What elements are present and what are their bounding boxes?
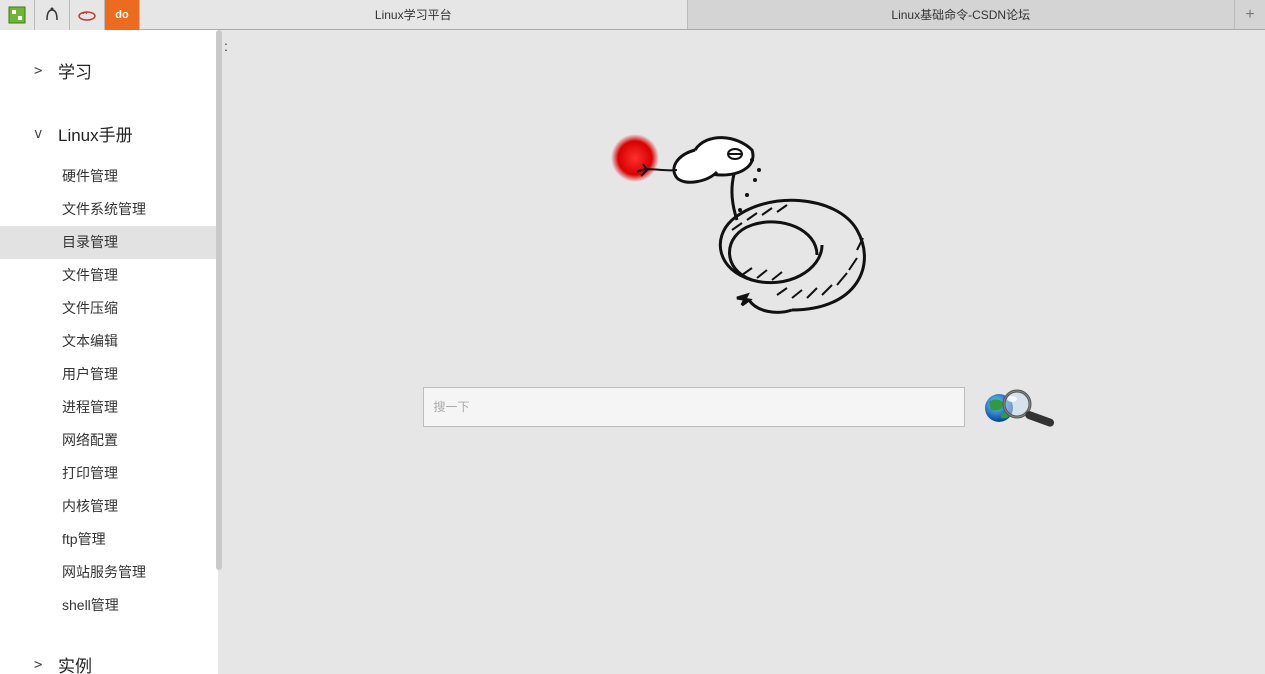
sidebar-item-3[interactable]: 文件管理 — [0, 259, 218, 292]
sidebar-item-13[interactable]: shell管理 — [0, 589, 218, 622]
search-input[interactable] — [423, 387, 965, 427]
new-tab-button[interactable]: + — [1235, 0, 1265, 29]
tab-inactive-label: Linux基础命令-CSDN论坛 — [891, 6, 1030, 23]
tab-active[interactable]: Linux学习平台 — [140, 0, 688, 29]
sidebar-item-2[interactable]: 目录管理 — [0, 226, 218, 259]
main-content: : — [218, 30, 1265, 674]
toolbar-icon-3[interactable] — [70, 0, 105, 30]
sidebar-item-12[interactable]: 网站服务管理 — [0, 556, 218, 589]
sidebar-item-11[interactable]: ftp管理 — [0, 523, 218, 556]
toolbar-icon-4[interactable]: do — [105, 0, 140, 30]
tab-active-label: Linux学习平台 — [375, 6, 452, 23]
sidebar-item-10[interactable]: 内核管理 — [0, 490, 218, 523]
chevron-right-icon: > — [34, 657, 50, 673]
sidebar-item-0[interactable]: 硬件管理 — [0, 160, 218, 193]
browser-tabbar: do Linux学习平台 Linux基础命令-CSDN论坛 + — [0, 0, 1265, 30]
sidebar-item-5[interactable]: 文本编辑 — [0, 325, 218, 358]
sidebar-section-2[interactable]: >实例 — [0, 644, 218, 674]
sidebar-item-4[interactable]: 文件压缩 — [0, 292, 218, 325]
sidebar-item-7[interactable]: 进程管理 — [0, 391, 218, 424]
sidebar-scrollbar[interactable] — [216, 30, 222, 610]
search-button[interactable] — [979, 384, 1061, 430]
tab-inactive[interactable]: Linux基础命令-CSDN论坛 — [688, 0, 1236, 29]
sidebar-item-9[interactable]: 打印管理 — [0, 457, 218, 490]
toolbar-icon-1[interactable] — [0, 0, 35, 30]
sidebar-section-0[interactable]: >学习 — [0, 50, 218, 91]
sidebar: >学习 vLinux手册硬件管理文件系统管理目录管理文件管理文件压缩文本编辑用户管… — [0, 30, 218, 674]
sidebar-scrollbar-thumb[interactable] — [216, 30, 222, 570]
sidebar-section-1[interactable]: vLinux手册 — [0, 113, 218, 154]
colon-mark: : — [224, 38, 228, 54]
sidebar-item-1[interactable]: 文件系统管理 — [0, 193, 218, 226]
chevron-right-icon: > — [34, 63, 50, 79]
sidebar-item-6[interactable]: 用户管理 — [0, 358, 218, 391]
chevron-down-icon: v — [34, 126, 50, 142]
toolbar-icon-2[interactable] — [35, 0, 70, 30]
snake-logo — [577, 120, 907, 330]
sidebar-item-8[interactable]: 网络配置 — [0, 424, 218, 457]
search-row — [423, 384, 1061, 430]
